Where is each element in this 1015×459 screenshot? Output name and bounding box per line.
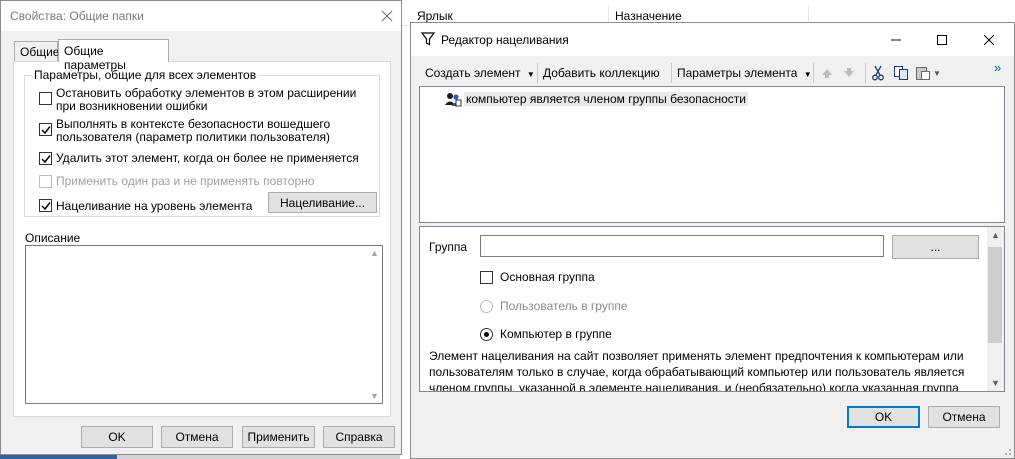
scroll-up-icon[interactable]: ▲: [370, 248, 379, 258]
properties-ok-button[interactable]: OK: [81, 426, 153, 448]
close-icon: [381, 10, 393, 22]
copy-icon[interactable]: [893, 65, 909, 81]
browse-group-button[interactable]: ...: [892, 235, 979, 259]
remove-when-not-applied-checkbox[interactable]: [39, 152, 52, 165]
computer-in-group-radio[interactable]: [480, 328, 493, 341]
properties-close-button[interactable]: [376, 5, 398, 27]
minimize-button[interactable]: [873, 23, 919, 56]
computer-in-group-label: Компьютер в группе: [500, 327, 612, 341]
resize-grip-icon[interactable]: [1002, 446, 1012, 456]
run-in-user-context-label: Выполнять в контексте безопасности вошед…: [56, 117, 331, 144]
security-group-icon: [445, 93, 462, 107]
tab-general[interactable]: Общие: [14, 41, 59, 61]
targeting-title: Редактор нацеливания: [441, 33, 569, 47]
properties-title: Свойства: Общие папки: [10, 9, 144, 23]
targeting-editor-dialog: Редактор нацеливания Создать элемент ▼ Д…: [410, 22, 1015, 459]
primary-group-checkbox[interactable]: [480, 271, 493, 284]
tree-item-label: компьютер является членом группы безопас…: [464, 92, 748, 106]
properties-cancel-button[interactable]: Отмена: [161, 426, 233, 448]
targeting-cancel-button[interactable]: Отмена: [928, 406, 1000, 428]
new-item-label: Создать элемент: [425, 66, 521, 80]
scroll-thumb[interactable]: [988, 247, 1002, 343]
maximize-icon: [937, 34, 947, 45]
common-options-panel: Параметры, общие для всех элементов Оста…: [13, 61, 391, 417]
move-down-icon[interactable]: [842, 67, 856, 79]
dropdown-arrow-icon: ▼: [803, 70, 812, 79]
stop-on-error-checkbox[interactable]: [39, 92, 52, 105]
scroll-down-icon[interactable]: ▼: [991, 378, 1000, 388]
item-level-targeting-label: Нацеливание на уровень элемента: [56, 199, 253, 213]
filter-icon: [421, 32, 435, 46]
column-header-shortcut[interactable]: Ярлык: [417, 9, 453, 23]
targeting-ok-button[interactable]: OK: [847, 406, 920, 428]
targeting-properties-panel: Группа ... Основная группа Пользователь …: [419, 226, 1005, 392]
item-level-targeting-checkbox[interactable]: [39, 199, 52, 212]
checkmark-icon: [41, 202, 51, 211]
item-options-menu[interactable]: Параметры элемента ▼: [677, 66, 812, 80]
add-collection-button[interactable]: Добавить коллекцию: [543, 66, 660, 80]
scroll-up-icon[interactable]: ▲: [991, 230, 1000, 240]
properties-dialog: Свойства: Общие папки Общие Общие параме…: [0, 0, 402, 455]
maximize-button[interactable]: [919, 23, 965, 56]
toolbar-overflow-button[interactable]: »: [994, 60, 1001, 75]
properties-scrollbar[interactable]: ▲ ▼: [987, 227, 1004, 391]
targeting-description: Элемент нацеливания на сайт позволяет пр…: [429, 349, 965, 392]
targeting-close-button[interactable]: [966, 23, 1012, 56]
targeting-button[interactable]: Нацеливание...: [268, 192, 377, 213]
targeting-toolbar: Создать элемент ▼ Добавить коллекцию Пар…: [419, 60, 1007, 86]
user-in-group-radio: [480, 300, 493, 313]
apply-once-label: Применить один раз и не применять повтор…: [56, 174, 315, 188]
targeting-titlebar: Редактор нацеливания: [411, 23, 1014, 56]
group-input[interactable]: [480, 235, 884, 257]
paste-dropdown-arrow-icon[interactable]: ▼: [933, 69, 941, 78]
group-label: Группа: [429, 240, 468, 254]
checkmark-icon: [41, 155, 51, 164]
properties-apply-button[interactable]: Применить: [242, 426, 315, 448]
properties-titlebar: Свойства: Общие папки: [1, 1, 401, 31]
move-up-icon[interactable]: [820, 67, 834, 79]
remove-when-not-applied-label: Удалить этот элемент, когда он более не …: [56, 151, 359, 165]
user-in-group-label: Пользователь в группе: [500, 299, 628, 313]
item-options-label: Параметры элемента: [677, 66, 798, 80]
column-header-target[interactable]: Назначение: [615, 9, 682, 23]
cut-icon[interactable]: [871, 65, 885, 81]
apply-once-checkbox: [39, 175, 52, 188]
paste-icon[interactable]: [915, 65, 931, 81]
close-icon: [984, 34, 994, 45]
description-scrollbar[interactable]: ▲ ▼: [367, 246, 382, 403]
stop-on-error-label: Остановить обработку элементов в этом ра…: [56, 86, 357, 113]
checkmark-icon: [41, 126, 51, 135]
minimize-icon: [891, 39, 901, 40]
primary-group-label: Основная группа: [500, 270, 595, 284]
properties-help-button[interactable]: Справка: [323, 426, 395, 448]
new-item-menu[interactable]: Создать элемент ▼: [425, 66, 535, 80]
targeting-tree[interactable]: компьютер является членом группы безопас…: [419, 86, 1005, 223]
run-in-user-context-checkbox[interactable]: [39, 123, 52, 136]
scroll-down-icon[interactable]: ▼: [370, 391, 379, 401]
tab-common-options[interactable]: Общие параметры: [58, 39, 169, 72]
description-label: Описание: [25, 231, 81, 245]
dropdown-arrow-icon: ▼: [526, 70, 535, 79]
description-textarea[interactable]: ▲ ▼: [25, 245, 383, 404]
